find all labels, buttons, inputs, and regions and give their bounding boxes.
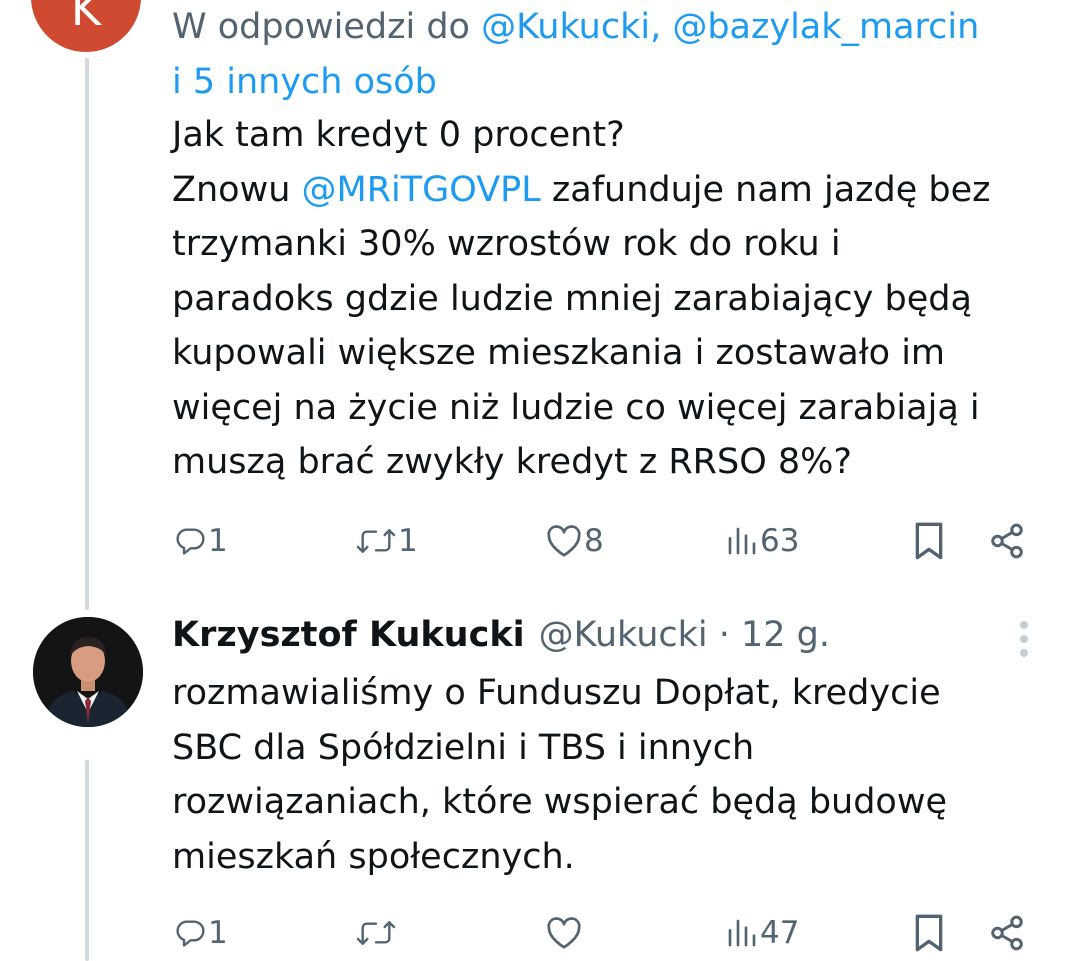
- replying-to-others[interactable]: i 5 innych osób: [172, 62, 437, 102]
- repost-icon: [356, 529, 396, 553]
- share-icon: [991, 915, 1023, 951]
- reply-button[interactable]: 1: [174, 518, 228, 564]
- bookmark-icon: [915, 522, 943, 560]
- author-handle-time[interactable]: @Kukucki · 12 g.: [539, 615, 830, 655]
- tweet-text: rozmawialiśmy o Funduszu Dopłat, kredyci…: [172, 673, 948, 877]
- reply-icon: [176, 920, 205, 947]
- tweet-text-suffix: zafunduje nam jazdę bez: [540, 169, 991, 210]
- views-icon: [728, 527, 756, 555]
- reply-count: 1: [208, 523, 228, 559]
- more-icon: [1020, 621, 1028, 657]
- reply-icon: [176, 528, 205, 555]
- share-button[interactable]: [988, 910, 1026, 956]
- views-count: 63: [760, 523, 800, 559]
- reply-button[interactable]: 1: [174, 910, 228, 956]
- repost-button[interactable]: 1: [356, 518, 418, 564]
- tweet-header: Krzysztof Kukucki @Kukucki · 12 g.: [172, 608, 830, 662]
- tweet-text-prefix: Znowu: [172, 169, 302, 210]
- replying-to: W odpowiedzi do @Kukucki, @bazylak_marci…: [172, 0, 1052, 110]
- like-button[interactable]: 8: [546, 518, 604, 564]
- views-count: 47: [760, 915, 800, 951]
- share-icon: [991, 523, 1023, 559]
- like-button[interactable]: [546, 910, 584, 956]
- replying-to-mentions[interactable]: @Kukucki, @bazylak_marcin: [481, 7, 979, 47]
- views-button[interactable]: 47: [726, 910, 799, 956]
- more-button[interactable]: [1012, 616, 1036, 662]
- like-icon: [547, 917, 581, 949]
- bookmark-button[interactable]: [912, 518, 946, 564]
- tweet-text: Jak tam kredyt 0 procent? Znowu @MRiTGOV…: [172, 108, 1062, 490]
- reply-count: 1: [208, 915, 228, 951]
- tweet-text-rest: trzymanki 30% wzrostów rok do roku i par…: [172, 224, 980, 482]
- avatar-letter: K: [70, 0, 102, 36]
- bookmark-icon: [915, 914, 943, 952]
- bookmark-button[interactable]: [912, 910, 946, 956]
- repost-count: 1: [398, 523, 418, 559]
- repost-icon: [356, 921, 396, 945]
- tweet-text-line: Jak tam kredyt 0 procent?: [172, 115, 625, 155]
- share-button[interactable]: [988, 518, 1026, 564]
- repost-button[interactable]: [356, 910, 398, 956]
- avatar[interactable]: K: [31, 0, 141, 52]
- views-button[interactable]: 63: [726, 518, 799, 564]
- replying-to-prefix: W odpowiedzi do: [172, 7, 482, 47]
- thread-line: [85, 760, 89, 961]
- mention-link[interactable]: @MRiTGOVPL: [302, 170, 541, 210]
- author-name[interactable]: Krzysztof Kukucki: [172, 615, 525, 655]
- views-icon: [728, 919, 756, 947]
- avatar-photo: [33, 617, 143, 727]
- avatar[interactable]: [33, 617, 143, 727]
- like-icon: [547, 525, 581, 557]
- like-count: 8: [584, 523, 604, 559]
- thread-line: [85, 58, 89, 610]
